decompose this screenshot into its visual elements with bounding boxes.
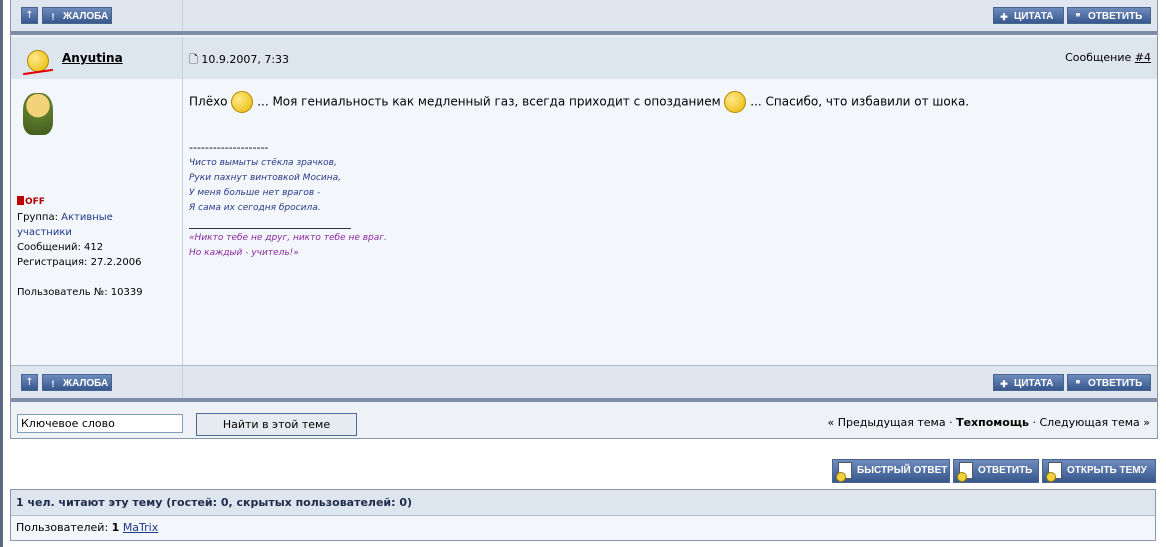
post-button-bar: ↑ ! ЖАЛОБА ✚ ЦИТАТА ❞ ОТВЕТИТЬ: [11, 365, 1157, 400]
reply-button[interactable]: ❞ ОТВЕТИТЬ: [1067, 374, 1151, 391]
scared-smiley-icon: [724, 91, 747, 113]
search-input[interactable]: Ключевое слово: [17, 414, 183, 433]
up-arrow-icon[interactable]: ↑: [21, 7, 38, 24]
report-button[interactable]: ! ЖАЛОБА: [42, 374, 112, 391]
exclamation-icon: !: [51, 379, 55, 389]
readers-header: 1 чел. читают эту тему (гостей: 0, скрыт…: [11, 490, 1155, 516]
post-date: 🗋 10.9.2007, 7:33: [189, 53, 290, 66]
reply-topic-button[interactable]: ОТВЕТИТЬ: [953, 459, 1039, 483]
document-icon: [836, 462, 852, 482]
topic-navigation: « Предыдущая тема · Техпомощь · Следующа…: [827, 416, 1151, 429]
signature-poem: Чисто вымыты стёкла зрачков, Руки пахнут…: [189, 158, 342, 213]
quote-button[interactable]: ✚ ЦИТАТА: [993, 374, 1064, 391]
plus-icon: ✚: [1000, 379, 1008, 389]
quote-button[interactable]: ✚ ЦИТАТА: [993, 7, 1064, 24]
plus-icon: ✚: [1000, 12, 1008, 22]
quote-mark-icon: ❞: [1075, 379, 1081, 389]
sad-smiley-icon: [231, 91, 254, 113]
quote-mark-icon: ❞: [1075, 12, 1081, 22]
prev-topic-link[interactable]: « Предыдущая тема: [828, 416, 946, 429]
fast-reply-button[interactable]: БЫСТРЫЙ ОТВЕТ: [832, 459, 950, 483]
reply-button[interactable]: ❞ ОТВЕТИТЬ: [1067, 7, 1151, 24]
topic-frame: ↑ ! ЖАЛОБА ✚ ЦИТАТА ❞ ОТВЕТИТЬ Anyutina 🗋 1…: [10, 0, 1158, 439]
exclamation-icon: !: [51, 12, 55, 22]
document-icon: [1046, 462, 1062, 482]
author-avatar-icon: [27, 50, 49, 72]
divider: [11, 31, 1157, 35]
reader-user-link[interactable]: MaTrix: [123, 521, 158, 534]
document-icon: [957, 462, 973, 482]
page-icon: 🗋: [189, 53, 198, 66]
topic-search-row: Ключевое слово Найти в этой теме « Преды…: [11, 402, 1157, 438]
prev-post-button-bar: ↑ ! ЖАЛОБА ✚ ЦИТАТА ❞ ОТВЕТИТЬ: [11, 0, 1157, 32]
up-arrow-icon[interactable]: ↑: [21, 374, 38, 391]
signature-quote: «Никто тебе не друг, никто тебе не враг.…: [189, 233, 387, 258]
next-topic-link[interactable]: Следующая тема »: [1039, 416, 1150, 429]
readers-list: Пользователей: 1 MaTrix: [11, 516, 1155, 540]
post-number-link[interactable]: #4: [1135, 51, 1151, 64]
post-number: Сообщение #4: [1065, 51, 1151, 64]
post-body: OFF Группа: Активные участники Сообщений…: [11, 79, 1157, 365]
offline-status: OFF: [17, 196, 45, 207]
soldier-avatar-icon: [23, 93, 53, 135]
forum-name[interactable]: Техпомощь: [956, 416, 1029, 429]
signature-rule: [189, 228, 351, 229]
post-text: Плёхо ... Моя гениальность как медленный…: [189, 91, 969, 113]
user-info: Группа: Активные участники Сообщений: 41…: [17, 212, 143, 298]
post-header: Anyutina 🗋 10.9.2007, 7:33 Сообщение #4: [11, 37, 1157, 79]
author-name-link[interactable]: Anyutina: [62, 51, 123, 65]
signature-divider: --------------------: [189, 141, 269, 154]
report-button[interactable]: ! ЖАЛОБА: [42, 7, 112, 24]
readers-panel: 1 чел. читают эту тему (гостей: 0, скрыт…: [10, 489, 1156, 541]
left-edge: [0, 0, 3, 547]
search-in-topic-button[interactable]: Найти в этой теме: [196, 413, 357, 436]
new-topic-button[interactable]: ОТКРЫТЬ ТЕМУ: [1042, 459, 1156, 483]
